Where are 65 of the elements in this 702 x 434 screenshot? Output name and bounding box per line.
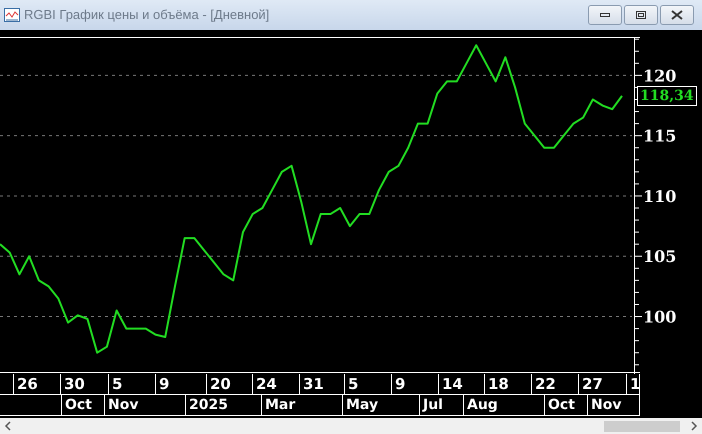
scrollbar-thumb[interactable] — [604, 420, 680, 432]
y-tick-label: 120 — [643, 66, 676, 86]
last-price-label: 118,34 — [637, 86, 697, 106]
day-label: 24 — [253, 374, 300, 394]
day-label: 5 — [109, 374, 156, 394]
y-axis-tick — [634, 352, 640, 354]
y-axis-tick — [634, 195, 642, 196]
maximize-button[interactable] — [624, 5, 658, 25]
y-axis-tick — [634, 268, 640, 269]
y-axis-tick — [634, 183, 640, 184]
y-axis-tick — [634, 159, 640, 160]
y-axis-tick — [634, 328, 640, 330]
y-axis-tick — [634, 232, 640, 233]
y-axis-tick — [634, 316, 642, 318]
y-tick-label: 115 — [643, 126, 676, 146]
y-axis-tick — [634, 111, 640, 112]
y-axis-tick — [634, 171, 640, 172]
y-tick-label: 105 — [643, 247, 676, 266]
window-title: RGBI График цены и объёма - [Дневной] — [24, 6, 270, 24]
month-label: Nov — [105, 395, 186, 415]
close-button[interactable] — [660, 5, 694, 25]
y-tick-label: 100 — [643, 308, 676, 327]
y-axis-tick — [634, 220, 640, 221]
month-label: Oct — [62, 395, 105, 415]
horizontal-scrollbar[interactable] — [0, 418, 702, 434]
minimize-icon — [600, 13, 610, 17]
month-label: Aug — [464, 395, 545, 415]
y-axis-tick — [634, 244, 640, 245]
y-axis-tick — [634, 74, 642, 76]
y-axis-tick — [634, 50, 640, 52]
y-axis-tick — [634, 86, 640, 88]
month-label: Nov — [588, 395, 640, 415]
y-axis-tick — [634, 135, 642, 136]
y-axis-tick — [634, 280, 640, 281]
day-label: 18 — [485, 374, 532, 394]
y-axis-tick — [634, 292, 640, 293]
y-axis-tick — [634, 340, 640, 342]
minimize-button[interactable] — [588, 5, 622, 25]
y-axis-tick — [634, 123, 640, 124]
month-label: 2025 — [186, 395, 262, 415]
day-label: 5 — [345, 374, 392, 394]
day-label: 9 — [392, 374, 439, 394]
y-axis-tick — [634, 62, 640, 64]
y-axis-tick — [634, 256, 642, 257]
day-label: 14 — [439, 374, 485, 394]
chart-app-icon — [4, 8, 20, 22]
y-axis-tick — [634, 208, 640, 209]
y-axis-tick — [634, 304, 640, 305]
day-label: 22 — [532, 374, 579, 394]
y-axis-tick — [634, 38, 640, 40]
day-label: 20 — [207, 374, 253, 394]
month-label: Jul — [420, 395, 464, 415]
month-label: May — [343, 395, 420, 415]
month-label: Oct — [545, 395, 588, 415]
day-label: 9 — [156, 374, 207, 394]
y-tick-label: 110 — [643, 186, 676, 206]
maximize-icon — [636, 11, 646, 19]
month-label: Mar — [262, 395, 343, 415]
y-axis-tick — [634, 364, 640, 366]
close-icon — [671, 10, 683, 20]
day-label: 27 — [579, 374, 627, 394]
day-label: 30 — [61, 374, 109, 394]
day-label: 26 — [14, 374, 61, 394]
day-label: 31 — [300, 374, 345, 394]
y-axis-tick — [634, 147, 640, 148]
